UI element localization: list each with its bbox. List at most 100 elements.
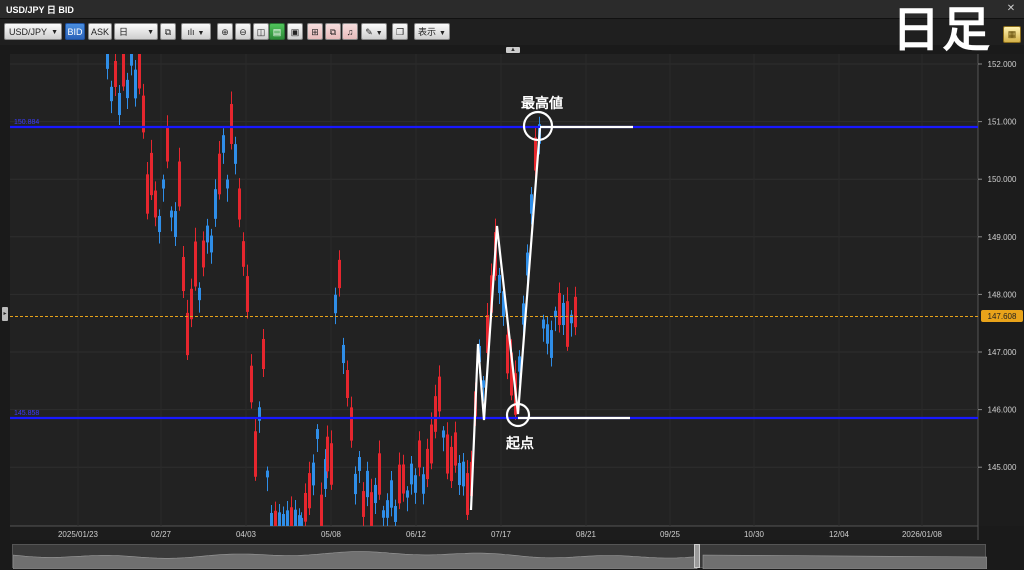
chevron-down-icon: ▼ <box>197 30 205 37</box>
candle-body <box>182 256 185 292</box>
split-view-icon: ◫ <box>256 27 266 37</box>
split-view-button[interactable]: ◫ <box>253 23 269 40</box>
date-tick-label: 05/08 <box>321 530 342 539</box>
candle-body <box>354 473 357 495</box>
candle-body <box>426 448 429 480</box>
candle-body <box>382 510 385 518</box>
candle-body <box>114 61 117 87</box>
copy-icon: ❐ <box>395 27 405 37</box>
display-menu-button[interactable]: 表示 ▼ <box>414 23 450 40</box>
candle-body <box>246 276 249 312</box>
plot-area <box>10 54 978 526</box>
navigator-thumb[interactable] <box>694 544 700 568</box>
candle-body <box>398 464 401 504</box>
candle-body <box>394 506 397 522</box>
candle-body <box>278 512 281 526</box>
candle-body <box>118 92 121 116</box>
candle-body <box>330 443 333 485</box>
collapse-toolbar-handle[interactable]: ▲ <box>506 47 520 53</box>
compare-button[interactable]: ⧉ <box>325 23 341 40</box>
compare-icon: ⧉ <box>329 27 337 37</box>
candle-body <box>178 161 181 207</box>
period-select[interactable]: 日 ▼ <box>114 23 158 40</box>
candle-body <box>162 179 165 189</box>
candle-body <box>250 365 253 403</box>
candle-body <box>218 153 221 195</box>
close-icon[interactable]: ✕ <box>1004 2 1018 15</box>
candle-body <box>198 287 201 301</box>
candle-body <box>378 453 381 495</box>
candle-body <box>304 492 307 522</box>
candle-body <box>430 424 433 464</box>
draw-tool-button[interactable]: ✎ ▼ <box>361 23 387 40</box>
candle-body <box>106 54 109 69</box>
symbol-select[interactable]: USD/JPY ▼ <box>4 23 62 40</box>
candle-body <box>434 396 437 432</box>
chevron-down-icon: ▼ <box>51 29 58 36</box>
candle-body <box>146 174 149 214</box>
candle-body <box>550 330 553 358</box>
display-menu-label: 表示 <box>418 27 437 37</box>
bid-button[interactable]: BID <box>65 23 85 40</box>
chevron-down-icon: ▼ <box>439 30 446 37</box>
candle-body <box>446 434 449 474</box>
copy-button[interactable]: ❐ <box>392 23 408 40</box>
timeframe-overlay-label: 日足 <box>892 2 993 58</box>
candle-body <box>174 211 177 237</box>
candle-body <box>406 490 409 498</box>
candle-body <box>262 338 265 370</box>
price-tick-label: 151.000 <box>988 118 1017 127</box>
price-tick-label: 145.000 <box>988 463 1017 472</box>
candle-body <box>546 324 549 344</box>
candle-body <box>574 296 577 328</box>
layout-button[interactable]: ▤ <box>269 23 285 40</box>
date-tick-label: 04/03 <box>236 530 257 539</box>
link-windows-button[interactable]: ⧉ <box>160 23 176 40</box>
candle-body <box>498 274 501 294</box>
candle-body <box>158 215 161 233</box>
candle-body <box>308 473 311 509</box>
annotation-start-label: 起点 <box>505 435 534 452</box>
candle-body <box>320 494 323 526</box>
price-tick-label: 150.000 <box>988 175 1017 184</box>
candle-body <box>254 431 257 477</box>
candle-body <box>300 517 303 526</box>
add-chart-icon: ⊞ <box>311 27 319 37</box>
sound-button[interactable]: ♫ <box>342 23 358 40</box>
date-tick-label: 2026/01/08 <box>902 530 943 539</box>
candle-body <box>562 302 565 326</box>
sound-icon: ♫ <box>346 27 354 37</box>
candle-body <box>358 457 361 471</box>
add-indicator-button[interactable]: ⊞ <box>307 23 323 40</box>
candle-body <box>506 334 509 374</box>
candle-body <box>130 54 133 66</box>
ask-button[interactable]: ASK <box>88 23 112 40</box>
grid-layout-button[interactable]: ▦ <box>1003 26 1021 43</box>
left-panel-handle[interactable]: ▸ <box>2 307 8 321</box>
navigator-scrollbar[interactable] <box>12 544 987 569</box>
candle-body <box>238 188 241 220</box>
chevron-down-icon: ▼ <box>147 29 154 36</box>
candle-body <box>566 301 569 347</box>
candle-body <box>126 79 129 99</box>
candlestick-chart[interactable]: 150.884 145.858 最高値 起点 152.000 151.000 150… <box>0 54 1024 540</box>
chart-type-button[interactable]: ılı ▼ <box>181 23 211 40</box>
zoom-in-icon: ⊕ <box>221 27 229 37</box>
candle-body <box>350 407 353 441</box>
candle-body <box>390 480 393 508</box>
candle-body <box>458 462 461 486</box>
candle-body <box>286 510 289 526</box>
date-tick-label: 02/27 <box>151 530 172 539</box>
panel-icon: ▣ <box>290 27 300 37</box>
candle-body <box>414 475 417 493</box>
candle-body <box>370 492 373 526</box>
layout-icon: ▤ <box>272 27 282 37</box>
zoom-out-button[interactable]: ⊖ <box>235 23 251 40</box>
zoom-in-button[interactable]: ⊕ <box>217 23 233 40</box>
candle-body <box>410 463 413 485</box>
candle-body <box>166 126 169 162</box>
candle-body <box>150 152 153 196</box>
panel-button[interactable]: ▣ <box>287 23 303 40</box>
candle-body <box>342 344 345 364</box>
candle-body <box>362 491 365 517</box>
